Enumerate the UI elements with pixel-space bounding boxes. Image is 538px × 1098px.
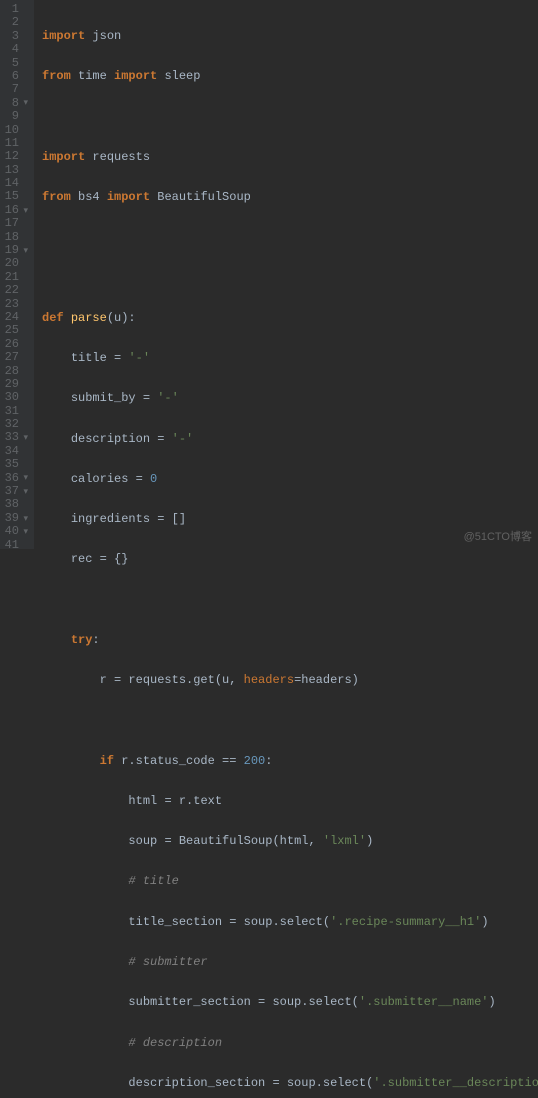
fold-icon[interactable]: ▾ <box>21 487 28 497</box>
code-editor: 12345678▾910111213141516▾171819▾20212223… <box>0 0 538 549</box>
code-line: import requests <box>42 151 538 164</box>
fold-icon[interactable]: ▾ <box>21 433 28 443</box>
code-line: def parse(u): <box>42 312 538 325</box>
line-number: 41 <box>0 539 28 552</box>
code-line <box>42 714 538 727</box>
code-line: try: <box>42 634 538 647</box>
line-number: 30 <box>0 391 28 404</box>
line-number: 33▾ <box>0 432 28 445</box>
line-number: 27 <box>0 351 28 364</box>
line-number: 38 <box>0 498 28 511</box>
line-number: 14 <box>0 177 28 190</box>
line-number: 39▾ <box>0 512 28 525</box>
code-line: # title <box>42 875 538 888</box>
line-number: 1 <box>0 3 28 16</box>
line-number: 31 <box>0 405 28 418</box>
line-number: 17 <box>0 217 28 230</box>
fold-icon[interactable]: ▾ <box>21 527 28 537</box>
line-number: 2 <box>0 16 28 29</box>
code-line <box>42 110 538 123</box>
watermark: @51CTO博客 <box>464 531 532 543</box>
line-number: 28 <box>0 365 28 378</box>
line-number: 11 <box>0 137 28 150</box>
line-number: 5 <box>0 57 28 70</box>
code-line: if r.status_code == 200: <box>42 755 538 768</box>
code-line: title_section = soup.select('.recipe-sum… <box>42 916 538 929</box>
fold-icon[interactable]: ▾ <box>21 246 28 256</box>
code-line: r = requests.get(u, headers=headers) <box>42 674 538 687</box>
line-number: 8▾ <box>0 97 28 110</box>
fold-icon[interactable]: ▾ <box>21 98 28 108</box>
fold-icon[interactable]: ▾ <box>21 206 28 216</box>
code-line: ingredients = [] <box>42 513 538 526</box>
line-number: 37▾ <box>0 485 28 498</box>
line-number: 22 <box>0 284 28 297</box>
line-number: 36▾ <box>0 472 28 485</box>
code-line: submitter_section = soup.select('.submit… <box>42 996 538 1009</box>
line-number: 34 <box>0 445 28 458</box>
line-number: 29 <box>0 378 28 391</box>
line-number: 26 <box>0 338 28 351</box>
code-line: # description <box>42 1037 538 1050</box>
code-line: submit_by = '-' <box>42 392 538 405</box>
line-number: 18 <box>0 231 28 244</box>
line-number: 23 <box>0 298 28 311</box>
code-line: html = r.text <box>42 795 538 808</box>
code-line <box>42 231 538 244</box>
line-number: 24 <box>0 311 28 324</box>
code-line: soup = BeautifulSoup(html, 'lxml') <box>42 835 538 848</box>
fold-icon[interactable]: ▾ <box>21 473 28 483</box>
line-number: 12 <box>0 150 28 163</box>
line-number: 35 <box>0 458 28 471</box>
line-number-gutter: 12345678▾910111213141516▾171819▾20212223… <box>0 0 34 549</box>
line-number: 40▾ <box>0 525 28 538</box>
code-area[interactable]: import json from time import sleep impor… <box>34 0 538 549</box>
code-line: from bs4 import BeautifulSoup <box>42 191 538 204</box>
line-number: 6 <box>0 70 28 83</box>
line-number: 16▾ <box>0 204 28 217</box>
line-number: 32 <box>0 418 28 431</box>
code-line: import json <box>42 30 538 43</box>
line-number: 25 <box>0 324 28 337</box>
code-line: title = '-' <box>42 352 538 365</box>
fold-icon[interactable]: ▾ <box>21 514 28 524</box>
code-line: from time import sleep <box>42 70 538 83</box>
code-line: description = '-' <box>42 433 538 446</box>
line-number: 9 <box>0 110 28 123</box>
line-number: 13 <box>0 164 28 177</box>
line-number: 4 <box>0 43 28 56</box>
line-number: 21 <box>0 271 28 284</box>
code-line <box>42 271 538 284</box>
line-number: 7 <box>0 83 28 96</box>
line-number: 20 <box>0 257 28 270</box>
line-number: 3 <box>0 30 28 43</box>
code-line: # submitter <box>42 956 538 969</box>
code-line <box>42 594 538 607</box>
code-line: calories = 0 <box>42 473 538 486</box>
code-line: description_section = soup.select('.subm… <box>42 1077 538 1090</box>
line-number: 10 <box>0 124 28 137</box>
code-line: rec = {} <box>42 553 538 566</box>
line-number: 19▾ <box>0 244 28 257</box>
line-number: 15 <box>0 190 28 203</box>
